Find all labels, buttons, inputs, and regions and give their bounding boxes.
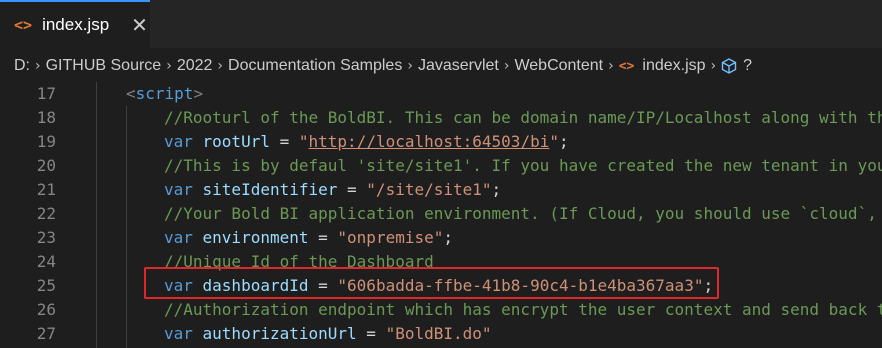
chevron-right-icon: ›	[35, 58, 41, 74]
code-token: "	[549, 132, 559, 151]
code-line[interactable]: 23 var environment = "onpremise";	[0, 226, 882, 250]
close-icon[interactable]: ✕	[131, 13, 148, 37]
code-token: =	[269, 132, 299, 151]
chevron-right-icon: ›	[608, 58, 614, 74]
indent-guide	[126, 106, 127, 348]
code-line[interactable]: 22 //Your Bold BI application environment…	[0, 202, 882, 226]
indent-guide	[96, 82, 97, 348]
code-token: "onpremise"	[337, 228, 444, 247]
line-number: 24	[36, 252, 56, 271]
editor-tab-bar: <> index.jsp ✕	[0, 0, 882, 49]
code-line[interactable]: 26 //Authorization endpoint which has enc…	[0, 298, 882, 322]
code-token: authorizationUrl	[202, 324, 357, 343]
code-token: http://localhost:64503/bi	[308, 132, 550, 151]
breadcrumb-item-drive[interactable]: D:	[14, 57, 30, 75]
line-number: 22	[36, 204, 56, 223]
line-number: 23	[36, 228, 56, 247]
line-number: 27	[36, 324, 56, 343]
breadcrumb: D: › GITHUB Source › 2022 › Documentatio…	[0, 49, 882, 83]
code-line[interactable]: 21 var siteIdentifier = "/site/site1";	[0, 178, 882, 202]
symbol-cube-icon[interactable]	[721, 58, 737, 74]
code-token: //This is by defaul 'site/site1'. If you…	[164, 156, 882, 175]
line-number: 18	[36, 108, 56, 127]
code-token: var	[164, 132, 203, 151]
breadcrumb-item-javaservlet[interactable]: Javaservlet	[418, 57, 499, 75]
code-text: //This is by defaul 'site/site1'. If you…	[164, 154, 882, 178]
code-token: rootUrl	[202, 132, 270, 151]
line-number: 20	[36, 156, 56, 175]
chevron-right-icon: ›	[166, 58, 172, 74]
code-text: <script>	[126, 82, 203, 106]
line-number: 19	[36, 132, 56, 151]
breadcrumb-item-github-source[interactable]: GITHUB Source	[46, 57, 162, 75]
code-text: var siteIdentifier = "/site/site1";	[164, 178, 501, 202]
code-token: "/site/site1"	[366, 180, 492, 199]
file-code-icon: <>	[14, 16, 33, 34]
code-token: ;	[558, 132, 569, 151]
breadcrumb-item-file[interactable]: index.jsp	[642, 57, 705, 75]
code-token: ;	[491, 180, 502, 199]
code-text: //Authorization endpoint which has encry…	[164, 298, 882, 322]
highlight-dashboard-id	[144, 267, 719, 299]
code-line[interactable]: 18 //Rooturl of the BoldBI. This can be d…	[0, 106, 882, 130]
line-number: 21	[36, 180, 56, 199]
tab-index-jsp[interactable]: <> index.jsp ✕	[0, 0, 150, 48]
code-token: var	[164, 180, 203, 199]
chevron-right-icon: ›	[407, 58, 413, 74]
code-token: <	[126, 84, 136, 103]
code-line[interactable]: 20 //This is by defaul 'site/site1'. If y…	[0, 154, 882, 178]
code-token: script	[135, 84, 194, 103]
code-text: //Your Bold BI application environment. …	[164, 202, 882, 226]
line-number: 26	[36, 300, 56, 319]
code-token: "	[298, 132, 309, 151]
code-line[interactable]: 17 <script>	[0, 82, 882, 106]
chevron-right-icon: ›	[503, 58, 510, 74]
chevron-right-icon: ›	[217, 58, 224, 74]
breadcrumb-item-documentation-samples[interactable]: Documentation Samples	[228, 57, 402, 75]
breadcrumb-item-symbol[interactable]: ?	[743, 57, 752, 75]
breadcrumb-item-2022[interactable]: 2022	[177, 57, 213, 75]
code-token: //Your Bold BI application environment. …	[164, 204, 882, 223]
code-token: var	[164, 228, 203, 247]
code-line[interactable]: 27 var authorizationUrl = "BoldBI.do"	[0, 322, 882, 346]
code-token: //Rooturl of the BoldBI. This can be dom…	[164, 108, 882, 127]
code-token: siteIdentifier	[202, 180, 338, 199]
code-editor[interactable]: 17 <script> 18//Rooturl of the BoldBI. Thi…	[0, 82, 882, 348]
code-token: =	[337, 180, 367, 199]
code-token: var	[164, 324, 203, 343]
code-token: =	[308, 228, 338, 247]
code-token: >	[193, 84, 204, 103]
code-token: =	[356, 324, 386, 343]
file-code-icon: <>	[618, 58, 635, 74]
breadcrumb-item-webcontent[interactable]: WebContent	[514, 57, 603, 75]
code-token: "BoldBI.do"	[385, 324, 492, 343]
code-line[interactable]: 19 var rootUrl = "http://localhost:64503/…	[0, 130, 882, 154]
code-token: ;	[443, 228, 454, 247]
line-number: 25	[36, 276, 56, 295]
code-token: //Authorization endpoint which has encry…	[164, 300, 882, 319]
code-token: environment	[202, 228, 309, 247]
code-text: var environment = "onpremise";	[164, 226, 453, 250]
code-text: var authorizationUrl = "BoldBI.do"	[164, 322, 492, 346]
code-text: //Rooturl of the BoldBI. This can be dom…	[164, 106, 882, 130]
tab-title: index.jsp	[42, 15, 110, 34]
code-text: var rootUrl = "http://localhost:64503/bi…	[164, 130, 569, 154]
line-number: 17	[36, 84, 56, 103]
chevron-right-icon: ›	[710, 58, 717, 74]
